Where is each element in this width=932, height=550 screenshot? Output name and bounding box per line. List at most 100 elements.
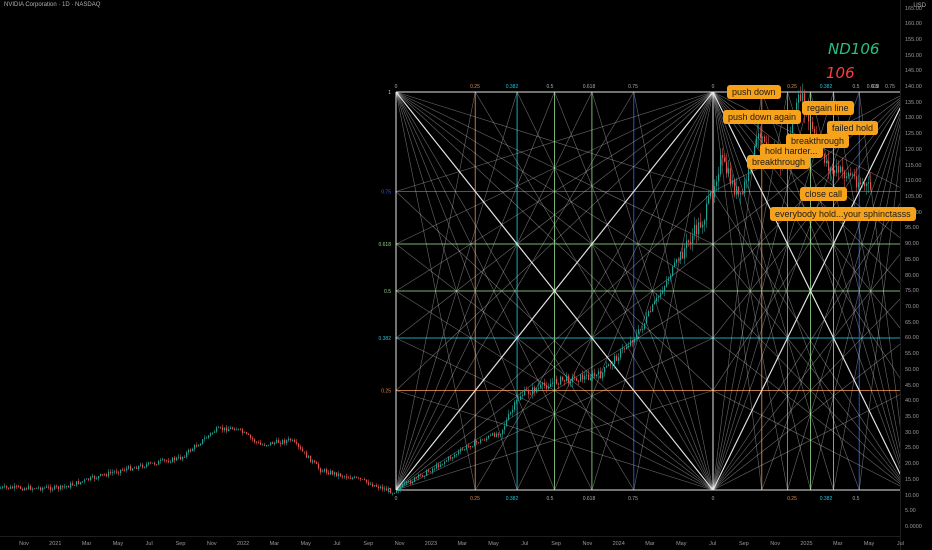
candle-body bbox=[152, 462, 154, 464]
candle-body bbox=[622, 348, 624, 350]
candle-body bbox=[16, 485, 18, 487]
candle-body bbox=[862, 183, 864, 185]
candle-body bbox=[416, 477, 418, 479]
candle-body bbox=[150, 462, 152, 464]
candle-body bbox=[30, 485, 32, 490]
candle-body bbox=[446, 460, 448, 462]
candle-body bbox=[746, 181, 748, 183]
candle-body bbox=[542, 382, 544, 385]
candle-body bbox=[298, 443, 300, 447]
time-tick: Mar bbox=[645, 541, 655, 547]
candle-body bbox=[524, 389, 526, 396]
gann-label: 0.25 bbox=[787, 84, 797, 90]
candle-body bbox=[414, 477, 416, 482]
candle-body bbox=[474, 440, 476, 447]
time-tick: Nov bbox=[394, 541, 405, 547]
candle-body bbox=[566, 375, 568, 382]
candle-body bbox=[192, 448, 194, 452]
candle-body bbox=[732, 180, 734, 185]
candle-body bbox=[612, 363, 614, 366]
candle-body bbox=[188, 449, 190, 453]
candle-body bbox=[434, 468, 436, 470]
annotation-breakthrough-2[interactable]: breakthrough bbox=[747, 155, 811, 169]
candle-body bbox=[682, 252, 684, 259]
price-chart-canvas[interactable]: 0 0.25 0.382 0.5 0.618 0.75 0 0.25 0.382 0.5 0.618… bbox=[0, 0, 900, 536]
candle-body bbox=[824, 154, 826, 163]
candle-body bbox=[222, 427, 224, 431]
candle-body bbox=[846, 176, 848, 179]
candle-body bbox=[94, 476, 96, 479]
time-tick: Jul bbox=[896, 541, 904, 547]
candle-body bbox=[516, 400, 518, 403]
annotation-push-down[interactable]: push down bbox=[727, 85, 781, 99]
gann-label: 0.382 bbox=[506, 496, 519, 502]
candle-body bbox=[160, 460, 162, 462]
candle-body bbox=[484, 439, 486, 441]
candle-body bbox=[832, 167, 834, 171]
annotation-failed-hold[interactable]: failed hold bbox=[827, 121, 879, 135]
candle-body bbox=[26, 488, 28, 490]
candle-body bbox=[540, 384, 542, 388]
candle-body bbox=[234, 428, 236, 431]
candle-body bbox=[46, 486, 48, 488]
candle-body bbox=[580, 374, 582, 382]
time-tick: Nov bbox=[19, 541, 29, 547]
chart-window[interactable]: 0 0.25 0.382 0.5 0.618 0.75 0 0.25 0.382 0.5 0.618… bbox=[0, 0, 932, 550]
gann-label: 0.75 bbox=[628, 496, 638, 502]
candle-body bbox=[810, 121, 812, 123]
candle-body bbox=[826, 161, 828, 163]
candle-body bbox=[504, 426, 506, 430]
candle-body bbox=[558, 383, 560, 385]
time-tick: Sep bbox=[363, 541, 374, 547]
candle-body bbox=[468, 445, 470, 447]
gann-label: 0.618 bbox=[583, 496, 596, 502]
candle-body bbox=[546, 385, 548, 389]
candle-body bbox=[472, 446, 474, 448]
candle-body bbox=[90, 477, 92, 481]
annotation-close-call[interactable]: close call bbox=[800, 187, 848, 201]
annotation-breakthrough-1[interactable]: breakthrough bbox=[786, 134, 850, 148]
candle-body bbox=[614, 356, 616, 364]
candle-body bbox=[136, 467, 138, 470]
candle-body bbox=[2, 486, 4, 488]
candle-body bbox=[208, 435, 210, 438]
candle-body bbox=[812, 121, 814, 129]
candle-body bbox=[142, 464, 144, 468]
candle-body bbox=[592, 373, 594, 379]
gann-label: 0.25 bbox=[381, 389, 391, 395]
candle-body bbox=[286, 440, 288, 443]
gann-label: 0.5 bbox=[547, 84, 554, 90]
candle-body bbox=[398, 490, 400, 492]
gann-label: 0.75 bbox=[885, 84, 895, 90]
candle-body bbox=[498, 433, 500, 436]
candle-body bbox=[634, 338, 636, 343]
candle-body bbox=[126, 468, 128, 471]
candle-body bbox=[198, 445, 200, 447]
candle-body bbox=[500, 433, 502, 436]
candle-body bbox=[48, 486, 50, 488]
candle-body bbox=[322, 471, 324, 473]
price-tick: 10.00 bbox=[905, 492, 919, 499]
candle-body bbox=[140, 464, 142, 466]
candle-body bbox=[366, 479, 368, 483]
candle-body bbox=[72, 483, 74, 486]
candle-body bbox=[400, 487, 402, 491]
time-axis[interactable]: Nov 2021 Mar May Jul Sep Nov 2022 Mar May Jul Sep No… bbox=[0, 536, 904, 550]
price-tick: 155.00 bbox=[905, 36, 922, 43]
candle-body bbox=[250, 434, 252, 438]
candle-body bbox=[418, 474, 420, 478]
candle-body bbox=[404, 483, 406, 485]
price-tick: 115.00 bbox=[905, 162, 922, 169]
annotation-push-down-again[interactable]: push down again bbox=[723, 110, 802, 124]
candle-body bbox=[814, 128, 816, 134]
price-axis[interactable]: 165.00 160.00 155.00 150.00 145.00 140.00 135.… bbox=[900, 0, 932, 550]
annotation-everybody-hold[interactable]: everybody hold...your sphinctasss bbox=[770, 207, 916, 221]
time-tick: Nov bbox=[770, 541, 781, 547]
time-tick: May bbox=[300, 541, 311, 547]
candle-body bbox=[756, 138, 758, 146]
candle-body bbox=[478, 442, 480, 444]
candle-body bbox=[284, 440, 286, 443]
gann-label: 0.382 bbox=[378, 336, 391, 342]
candle-body bbox=[560, 376, 562, 385]
annotation-regain-line[interactable]: regain line bbox=[802, 101, 854, 115]
